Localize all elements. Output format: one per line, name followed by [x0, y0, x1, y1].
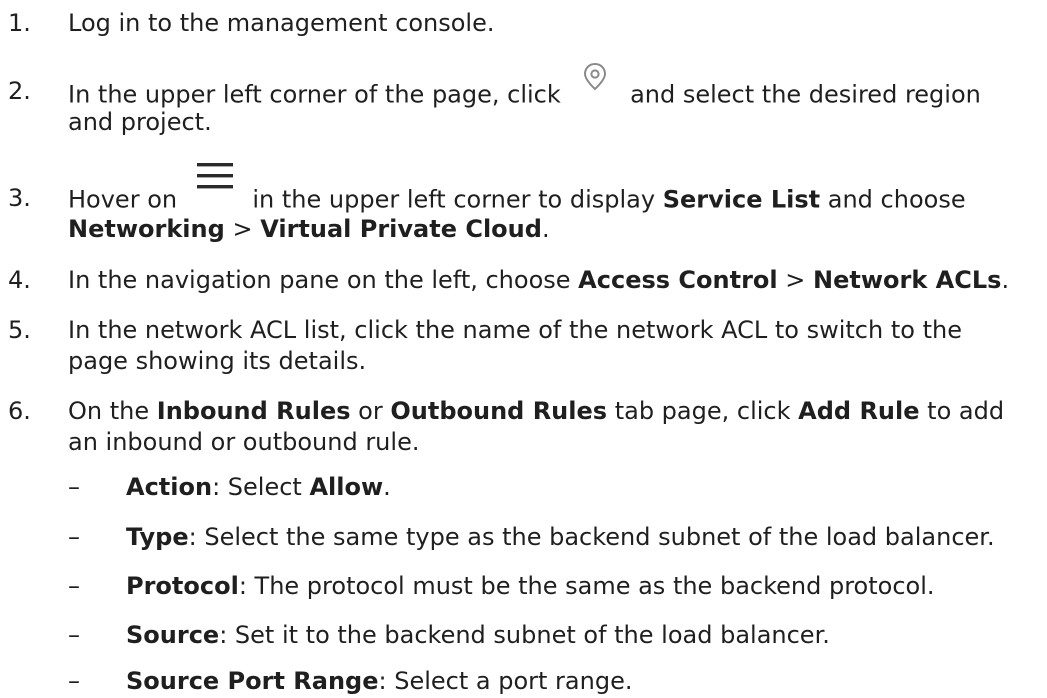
step-number: 3. — [8, 184, 31, 212]
step-number: 6. — [8, 397, 31, 425]
ui-term: Access Control — [578, 266, 778, 294]
step-text: and select the desired region — [630, 80, 981, 109]
dash-bullet: – — [68, 523, 80, 551]
ui-term: Networking — [68, 215, 225, 243]
field-label: Protocol — [126, 572, 239, 600]
separator: > — [785, 266, 806, 294]
sub-item-desc: : Set it to the backend subnet of the lo… — [219, 621, 830, 649]
punctuation: . — [383, 473, 391, 501]
punctuation: . — [541, 215, 550, 243]
step-number: 1. — [8, 9, 31, 37]
dash-bullet: – — [68, 621, 80, 649]
sub-item-text: Source Port Range: Select a port range. — [126, 664, 632, 698]
step-number: 4. — [8, 266, 31, 294]
step-line-2: an inbound or outbound rule. — [68, 428, 420, 456]
location-pin-icon — [578, 60, 612, 103]
step-number: 5. — [8, 316, 31, 344]
ui-term: Add Rule — [798, 397, 920, 425]
sub-item-text: Source: Set it to the backend subnet of … — [126, 618, 830, 652]
dash-bullet: – — [68, 473, 80, 501]
step-text: On the — [68, 397, 150, 425]
field-label: Type — [126, 523, 189, 551]
punctuation: . — [1001, 266, 1010, 294]
step-line-1: In the network ACL list, click the name … — [68, 316, 962, 344]
ui-term: Virtual Private Cloud — [260, 215, 542, 243]
dash-bullet: – — [68, 667, 80, 695]
step-number: 2. — [8, 77, 31, 105]
step-text: or — [358, 397, 383, 425]
ui-term: Network ACLs — [813, 266, 1002, 294]
ui-term: Outbound Rules — [390, 397, 608, 425]
sub-item-text: Protocol: The protocol must be the same … — [126, 569, 935, 603]
sub-item-desc: : Select the same type as the backend su… — [188, 523, 995, 551]
field-label: Source Port Range — [126, 667, 379, 695]
step-text: Hover on — [68, 185, 178, 214]
field-label: Action — [126, 473, 213, 501]
step-text: and choose — [827, 185, 966, 214]
step-line-2: Networking > Virtual Private Cloud. — [68, 212, 550, 246]
step-text: Log in to the management console. — [68, 9, 495, 37]
step-text: tab page, click — [614, 397, 791, 425]
field-label: Source — [126, 621, 220, 649]
step-text: to add — [927, 397, 1005, 425]
step-line-2: page showing its details. — [68, 347, 367, 375]
separator: > — [232, 215, 253, 243]
step-text: In the navigation pane on the left, choo… — [68, 266, 571, 294]
sub-item-text: Type: Select the same type as the backen… — [126, 520, 995, 554]
hamburger-menu-icon — [195, 161, 235, 200]
step-text: in the upper left corner to display — [252, 185, 656, 214]
sub-item-desc: : The protocol must be the same as the b… — [238, 572, 935, 600]
ui-term: Inbound Rules — [156, 397, 351, 425]
ui-term: Service List — [662, 185, 821, 214]
sub-item-desc: : Select — [212, 473, 310, 501]
sub-item-desc: : Select a port range. — [378, 667, 633, 695]
step-text-line: In the navigation pane on the left, choo… — [68, 263, 1009, 297]
dash-bullet: – — [68, 572, 80, 600]
step-line-1: On the Inbound Rules or Outbound Rules t… — [68, 394, 1004, 428]
step-line-2: and project. — [68, 108, 212, 136]
sub-item-text: Action: Select Allow. — [126, 470, 391, 504]
ui-term: Allow — [309, 473, 384, 501]
